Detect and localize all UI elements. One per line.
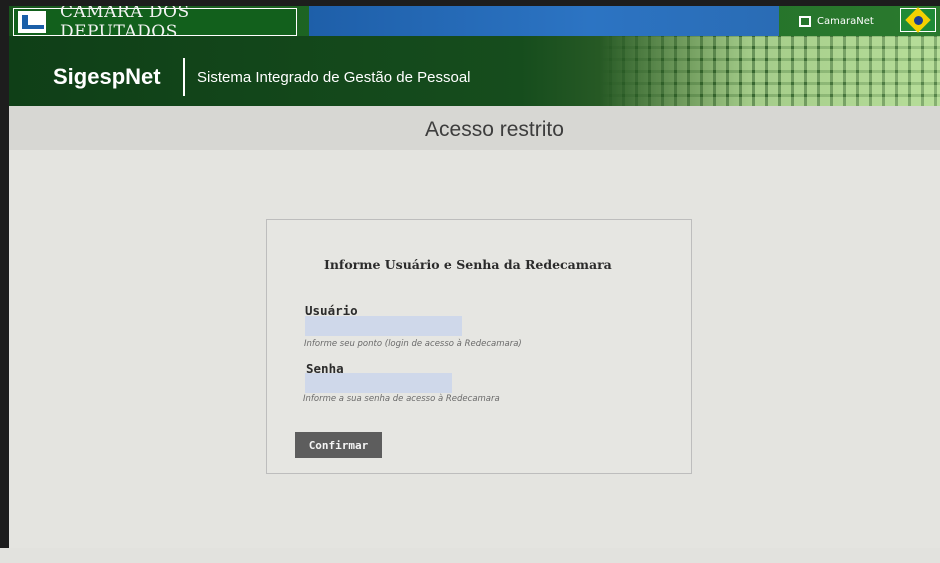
user-hint: Informe seu ponto (login de acesso à Red…: [304, 339, 522, 349]
login-heading: Informe Usuário e Senha da Redecamara: [324, 257, 612, 272]
camaranet-link[interactable]: CamaraNet: [799, 10, 874, 32]
org-header[interactable]: CÂMARA DOS DEPUTADOS: [13, 6, 297, 42]
camaranet-label: CamaraNet: [817, 15, 874, 27]
confirm-button[interactable]: Confirmar: [295, 432, 382, 458]
system-name: Sistema Integrado de Gestão de Pessoal: [197, 69, 471, 86]
top-banner-strip: [309, 6, 779, 36]
system-brand[interactable]: SigespNet: [53, 64, 161, 90]
password-hint: Informe a sua senha de acesso à Redecama…: [303, 394, 500, 404]
camara-logo-icon: [18, 11, 46, 33]
external-link-icon: [799, 15, 811, 27]
page-title: Acesso restrito: [425, 118, 564, 141]
user-input[interactable]: [305, 316, 462, 336]
password-input[interactable]: [305, 373, 452, 393]
brazil-flag-icon[interactable]: [900, 8, 936, 32]
header-mosaic-decoration: [599, 36, 940, 106]
monitor-bezel-bottom: [0, 548, 940, 563]
header-divider: [183, 58, 185, 96]
